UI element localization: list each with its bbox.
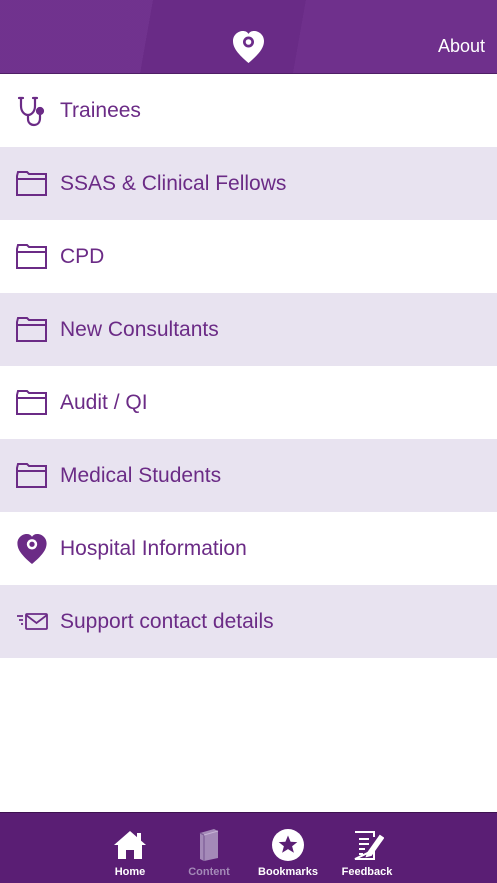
folder-icon: [12, 167, 52, 201]
heart-pin-icon: [233, 31, 264, 63]
menu-item-label: SSAS & Clinical Fellows: [60, 171, 287, 195]
menu-item-hospital-information[interactable]: Hospital Information: [0, 512, 497, 585]
tab-label: Content: [188, 866, 230, 878]
tab-feedback[interactable]: Feedback: [327, 827, 407, 883]
menu-item-ssas-clinical-fellows[interactable]: SSAS & Clinical Fellows: [0, 147, 497, 220]
tab-label: Home: [114, 866, 146, 878]
feedback-icon: [349, 827, 385, 863]
folder-icon: [12, 386, 52, 420]
menu-item-label: New Consultants: [60, 317, 219, 341]
star-icon: [270, 827, 306, 863]
stethoscope-icon: [12, 94, 52, 128]
tab-label: Feedback: [341, 866, 393, 878]
app-header: About: [0, 0, 497, 74]
menu-item-label: CPD: [60, 244, 105, 268]
folder-icon: [12, 240, 52, 274]
menu-item-label: Hospital Information: [60, 536, 247, 560]
home-icon: [112, 827, 148, 863]
menu-item-medical-students[interactable]: Medical Students: [0, 439, 497, 512]
tab-bar: Home Content Bookmarks Feedback: [0, 812, 497, 883]
heart-pin-icon: [12, 532, 52, 566]
menu-item-trainees[interactable]: Trainees: [0, 74, 497, 147]
menu-item-label: Trainees: [60, 98, 141, 122]
main-menu: Trainees SSAS & Clinical Fellows CPD New: [0, 74, 497, 658]
menu-item-cpd[interactable]: CPD: [0, 220, 497, 293]
envelope-icon: [12, 605, 52, 639]
folder-icon: [12, 459, 52, 493]
menu-item-label: Medical Students: [60, 463, 222, 487]
about-link[interactable]: About: [438, 36, 485, 57]
menu-item-support-contact-details[interactable]: Support contact details: [0, 585, 497, 658]
menu-item-new-consultants[interactable]: New Consultants: [0, 293, 497, 366]
book-icon: [191, 827, 227, 863]
tab-label: Bookmarks: [258, 866, 318, 878]
menu-item-audit-qi[interactable]: Audit / QI: [0, 366, 497, 439]
tab-bookmarks[interactable]: Bookmarks: [248, 827, 328, 883]
tab-content[interactable]: Content: [169, 827, 249, 883]
folder-icon: [12, 313, 52, 347]
menu-item-label: Support contact details: [60, 609, 274, 633]
tab-home[interactable]: Home: [90, 827, 170, 883]
menu-item-label: Audit / QI: [60, 390, 148, 414]
